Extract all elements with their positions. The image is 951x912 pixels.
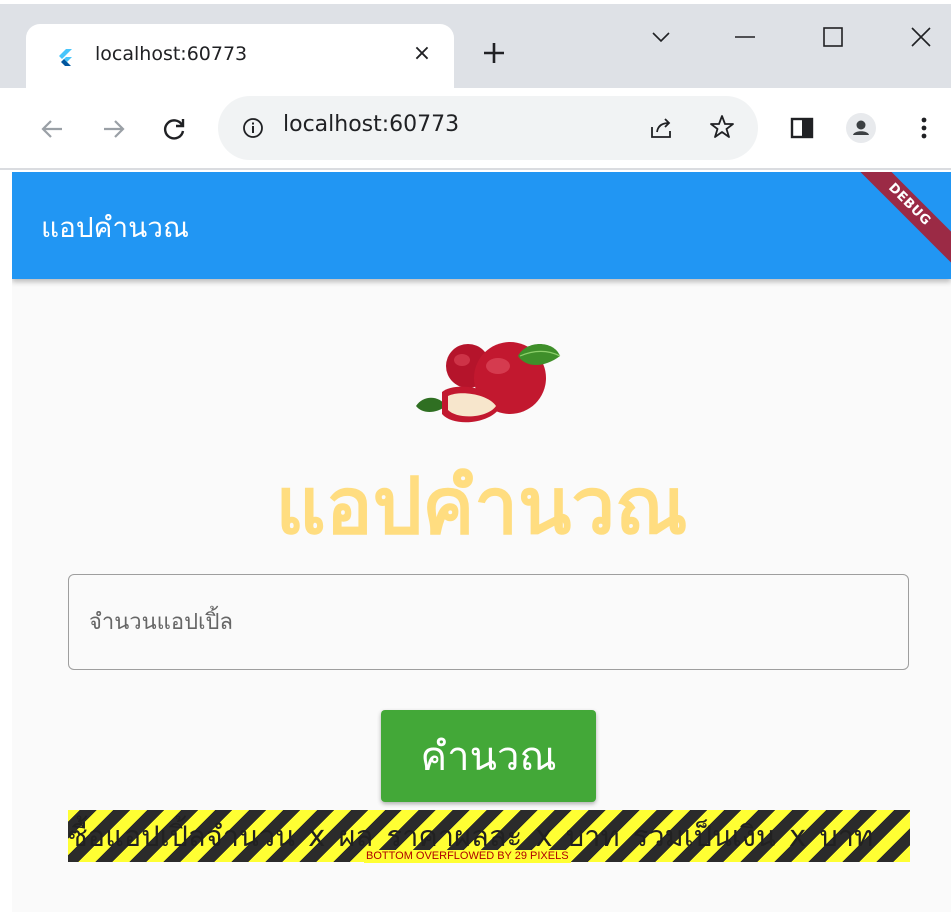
profile-icon[interactable] [845, 112, 877, 144]
apple-quantity-input[interactable] [69, 575, 908, 669]
overflow-warning-label: BOTTOM OVERFLOWED BY 29 PIXELS [364, 850, 571, 863]
app-bar: แอปคำนวณ [12, 172, 951, 279]
side-panel-icon[interactable] [786, 112, 818, 144]
window-close-icon[interactable] [906, 22, 936, 52]
flutter-favicon-icon [59, 49, 72, 66]
minimize-icon[interactable] [730, 22, 760, 52]
chevron-down-icon[interactable] [646, 22, 676, 52]
tab-title: localhost:60773 [95, 43, 248, 65]
back-arrow-icon[interactable] [38, 115, 66, 143]
hero-title: แอปคำนวณ [275, 462, 688, 552]
url-text[interactable]: localhost:60773 [283, 112, 459, 137]
info-icon[interactable] [242, 117, 264, 139]
share-icon[interactable] [648, 115, 674, 141]
calculate-button[interactable]: คำนวณ [381, 710, 596, 802]
more-vert-icon[interactable] [908, 112, 940, 144]
apple-image [416, 342, 561, 423]
app-viewport: แอปคำนวณ DEBUG แอปคำนวณ คำนวณ ซื้อแอปเปิ… [12, 172, 951, 912]
browser-tab-strip: localhost:60773 × [0, 0, 951, 88]
close-icon[interactable]: × [410, 42, 434, 66]
browser-tab[interactable]: localhost:60773 × [26, 24, 454, 88]
browser-toolbar: localhost:60773 [0, 88, 951, 168]
toolbar-divider [0, 168, 951, 170]
window-top-edge [0, 0, 951, 4]
forward-arrow-icon[interactable] [100, 115, 128, 143]
app-bar-title: แอปคำนวณ [41, 211, 189, 244]
plus-icon[interactable] [479, 38, 509, 68]
maximize-icon[interactable] [818, 22, 848, 52]
apple-quantity-field[interactable] [68, 574, 909, 670]
reload-icon[interactable] [160, 115, 188, 143]
star-icon[interactable] [708, 113, 736, 141]
address-bar[interactable]: localhost:60773 [218, 96, 758, 160]
